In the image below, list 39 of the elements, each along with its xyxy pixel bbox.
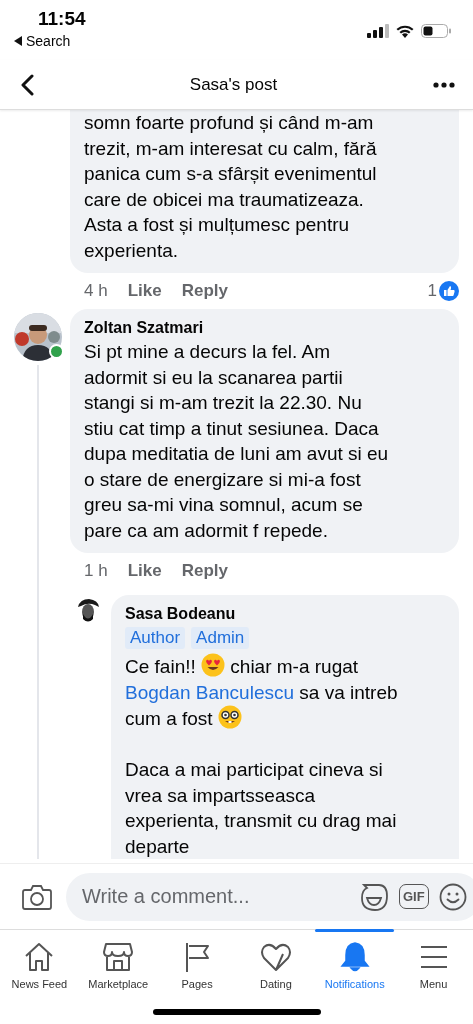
comment-time: 1 h	[84, 561, 108, 581]
post-title: Sasa's post	[188, 74, 279, 95]
more-options-icon[interactable]	[433, 81, 455, 88]
emoji-icon[interactable]	[438, 882, 467, 911]
nav-tab[interactable]: Marketplace	[78, 930, 158, 1000]
back-triangle-icon	[14, 36, 22, 46]
comment-author[interactable]: Zoltan Szatmari	[84, 319, 204, 337]
like-link[interactable]: Like	[127, 561, 162, 581]
camera-icon[interactable]	[22, 883, 52, 910]
back-to-search-link[interactable]: Search	[26, 33, 71, 49]
wifi-icon	[395, 24, 415, 38]
role-badge: Author	[125, 627, 186, 649]
battery-icon	[421, 24, 451, 38]
role-badge: Admin	[191, 627, 250, 649]
nerd-face-emoji-icon	[217, 705, 242, 729]
mention-link[interactable]: Bogdan Banculescu	[125, 681, 294, 703]
heart-eyes-emoji-icon	[201, 653, 226, 677]
status-time: 11:54	[38, 8, 86, 30]
reaction-count: 1	[427, 281, 437, 301]
comment-input-field[interactable]: Write a comment... GIF	[66, 872, 473, 921]
signal-icon	[367, 24, 389, 38]
like-link[interactable]: Like	[127, 281, 162, 301]
comment-text: somn foarte profund și când m-am trezit, m-am interesat cu calm, fără panica cum s-a sfârșit evenimentul care de obicei ma traumatizeaza. Asta a fost și mulțumesc pentru experienta.	[84, 111, 377, 263]
nav-tab[interactable]: Dating	[236, 930, 316, 1000]
nav-tab[interactable]: News Feed	[0, 930, 79, 1000]
reply-link[interactable]: Reply	[181, 561, 228, 581]
back-icon[interactable]	[20, 73, 34, 96]
comment-text: Si pt mine a decurs la fel. Am adormit si eu la scanarea partii stangi si m-am trezit la 22.30. Nu stiu cat timp a tinut sesiunea. Daca dupa meditatia de luni am avut si eu o stare de energizare si mi-a fost greu sa-mi vina somnul, acum se pare ca am adormit f repede.	[84, 340, 389, 543]
reply-author[interactable]: Sasa Bodeanu	[125, 605, 236, 623]
nav-tab[interactable]: Pages	[157, 930, 237, 1000]
shop-icon	[101, 940, 136, 974]
reply-link[interactable]: Reply	[181, 281, 228, 301]
like-reaction-icon	[439, 281, 459, 301]
nav-tab[interactable]: Notifications	[315, 930, 395, 1000]
sticker-icon[interactable]	[359, 881, 389, 912]
gif-button[interactable]: GIF	[399, 884, 429, 909]
reply-text: Ce fain!! chiar m-a rugat Bogdan Banculescu sa va intreb cum a fost Daca a mai participat cineva si vrea sa impartsseasca experienta, transmit cu drag mai departe	[125, 653, 398, 859]
comment-time: 4 h	[84, 281, 108, 301]
nav-tab[interactable]: Menu	[394, 930, 473, 1000]
